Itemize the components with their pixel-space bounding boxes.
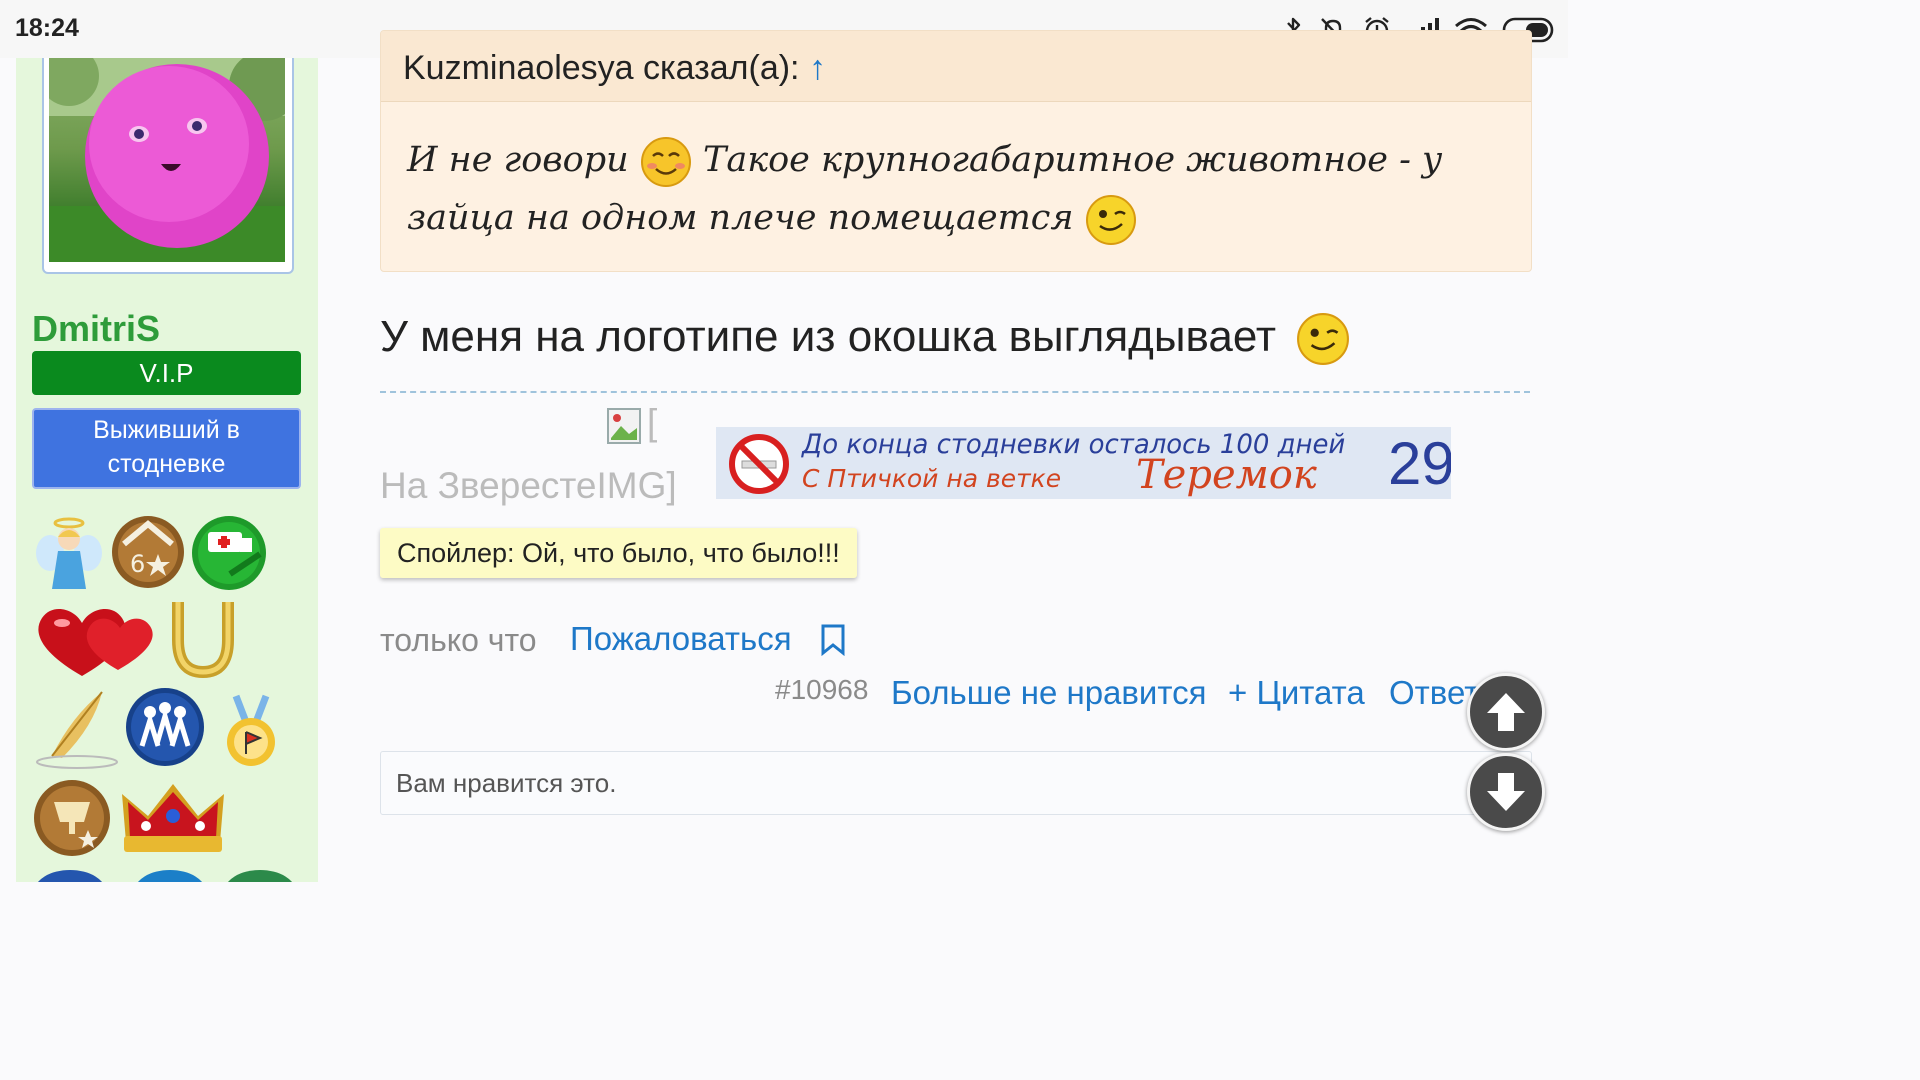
ambulance-award-icon[interactable] [190,514,268,592]
medal-award-icon[interactable] [218,694,284,770]
post-time[interactable]: только что [380,622,537,659]
angel-award-icon[interactable] [34,513,104,593]
svg-text:6: 6 [130,550,145,578]
quote-link[interactable]: + Цитата [1228,674,1365,712]
banner-line-2: С Птичкой на ветке [802,464,1062,493]
avatar[interactable] [42,58,294,274]
broken-image-alt-text: На ЗверестеIMG] [380,465,677,506]
broken-image-bracket: [ [647,402,658,443]
status-time: 18:24 [15,14,79,42]
crown-award-icon[interactable] [116,776,230,858]
spoiler-button[interactable]: Спойлер: Ой, что было, что было!!! [380,528,857,578]
quote-jump-link[interactable]: ↑ [809,49,826,87]
no-smoking-icon [729,434,789,494]
countdown-banner[interactable]: До конца стодневки осталось 100 дней С П… [716,427,1451,499]
avatar-image [49,58,285,262]
likes-text: Вам нравится это. [396,768,617,798]
quote-text: И не говори Такое крупногабаритное живот… [407,131,1517,247]
arrow-down-icon [1487,773,1525,811]
arrow-up-icon [1487,693,1525,731]
user-sidebar: DmitriS V.I.P Выживший в стодневке 6 [16,58,318,882]
quote-block: Kuzminaolesya сказал(а): ↑ И не говори Т… [380,30,1532,272]
username[interactable]: DmitriS [32,308,160,350]
more-awards-icon [37,870,293,882]
cup-award-icon[interactable] [32,778,112,858]
quote-author-text: Kuzminaolesya сказал(а): [403,49,800,87]
post-message: У меня на логотипе из окошка выглядывает [380,312,1350,366]
rank-badge: Выживший в стодневке [32,408,301,489]
scroll-up-button[interactable] [1467,673,1545,751]
horseshoe-award-icon[interactable] [166,596,240,680]
post-message-text: У меня на логотипе из окошка выглядывает [380,312,1276,361]
banner-count: 29 [1388,430,1451,497]
hearts-award-icon[interactable] [32,598,158,680]
winking-smiley-icon [1297,313,1350,366]
quote-text-part-1: И не говори [407,140,629,180]
report-link[interactable]: Пожаловаться [570,620,792,658]
likes-summary: Вам нравится это. [380,751,1532,815]
vip-badge: V.I.P [32,351,301,395]
post-number[interactable]: #10968 [775,674,868,706]
quote-header: Kuzminaolesya сказал(а): ↑ [381,31,1531,102]
fluffy-pink-creature-picture [49,58,285,262]
winking-smiley-icon [1085,194,1136,245]
signature-divider [380,391,1530,393]
unlike-link[interactable]: Больше не нравится [891,674,1206,712]
blushing-smiley-icon [640,136,691,187]
quill-award-icon[interactable] [32,686,122,772]
quote-author[interactable]: Kuzminaolesya сказал(а): ↑ [403,49,826,88]
stars-award-icon[interactable]: 6 [110,514,186,590]
scroll-down-button[interactable] [1467,753,1545,831]
people-award-icon[interactable] [124,686,206,768]
bookmark-icon[interactable] [820,624,846,656]
banner-name: Теремок [1136,452,1317,498]
